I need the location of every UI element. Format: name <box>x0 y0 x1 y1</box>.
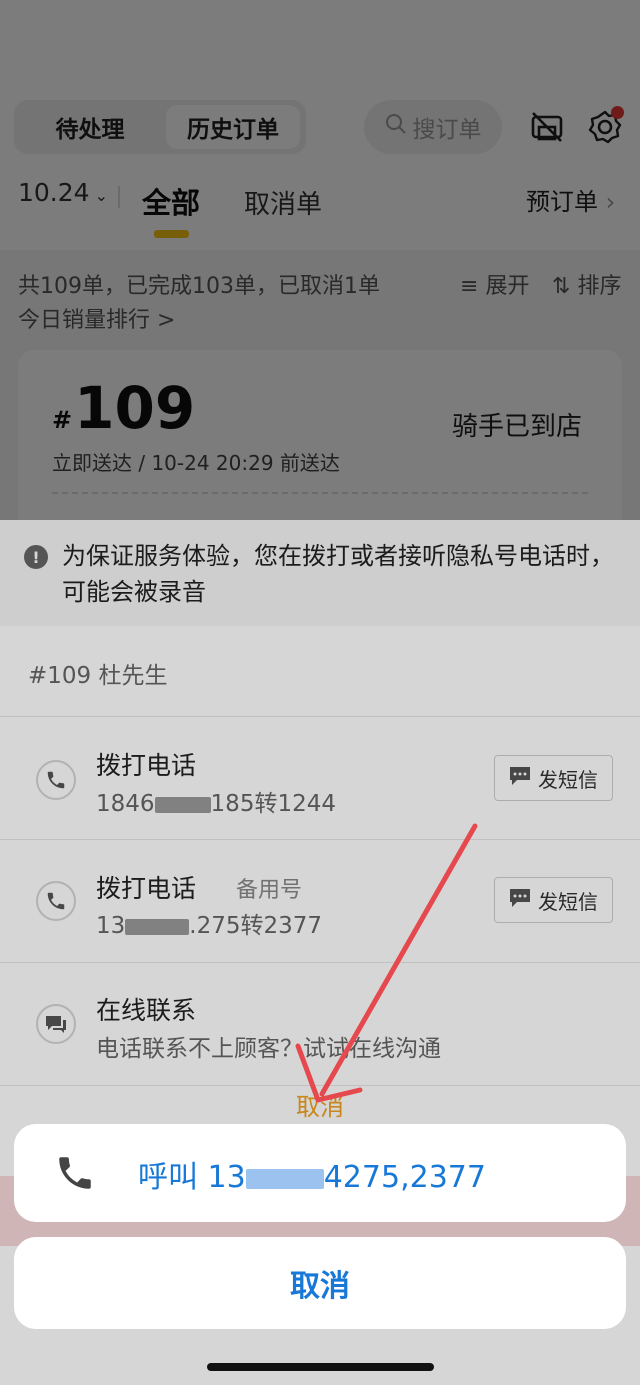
phone-icon <box>54 1152 96 1194</box>
redaction-mask <box>245 1168 324 1189</box>
action-sheet-cancel-button[interactable]: 取消 <box>14 1237 626 1329</box>
home-indicator <box>207 1363 434 1371</box>
call-number-label[interactable]: 呼叫 13 4275,2377 <box>138 1152 486 1196</box>
